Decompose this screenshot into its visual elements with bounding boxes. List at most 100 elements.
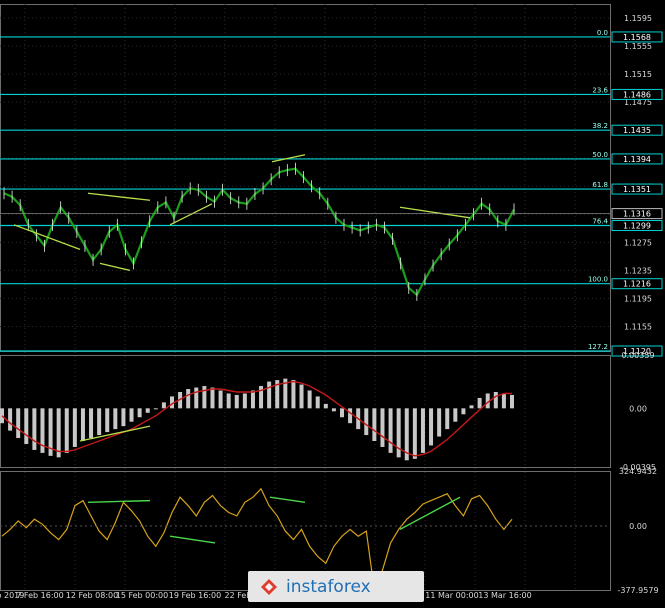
macd-bar <box>113 408 118 430</box>
price-tick-label: 1.1235 <box>624 266 652 275</box>
macd-bar <box>396 408 401 458</box>
macd-bar <box>493 391 498 409</box>
fib-level-label: 76.4 <box>592 218 608 226</box>
macd-bar <box>16 408 21 439</box>
macd-bar <box>501 393 506 409</box>
macd-bar <box>56 408 61 458</box>
macd-bar <box>137 408 142 418</box>
macd-bar <box>226 393 231 409</box>
price-tick-label: 1.1155 <box>624 322 652 331</box>
trend-line <box>13 224 81 250</box>
macd-bar <box>8 408 13 431</box>
cci-tick-label: 324.9432 <box>619 467 657 476</box>
macd-bar <box>24 408 29 444</box>
macd-bar <box>145 408 150 413</box>
x-axis-label: 19 Feb 16:00 <box>169 591 221 600</box>
macd-bar <box>477 397 482 409</box>
fib-price-label: 1.1394 <box>623 155 651 164</box>
cci-trend-line <box>399 496 461 531</box>
macd-bar <box>307 390 312 409</box>
macd-bar <box>323 403 328 409</box>
macd-bar <box>291 380 296 409</box>
x-axis-label: 12 Feb 08:00 <box>66 591 118 600</box>
fib-level-label: 38.2 <box>592 122 608 130</box>
macd-bar <box>186 389 191 409</box>
price-tick-label: 1.1515 <box>624 70 652 79</box>
fib-level-label: 0.0 <box>597 29 608 37</box>
price-tick-label: 1.1595 <box>624 14 652 23</box>
trading-chart[interactable]: 1.15951.15551.15151.14751.14351.13951.13… <box>0 0 665 604</box>
macd-bar <box>372 408 377 442</box>
macd-signal-line <box>1 380 512 457</box>
price-tick-label: 1.1275 <box>624 238 652 247</box>
fib-price-label: 1.1568 <box>623 33 651 42</box>
macd-bar <box>242 393 247 409</box>
cci-tick-label: -377.9579 <box>617 586 658 595</box>
x-axis-label: 11 Mar 00:00 <box>425 591 478 600</box>
cci-tick-label: 0.00 <box>629 522 647 531</box>
macd-bar <box>469 405 474 409</box>
trend-line <box>87 192 151 201</box>
macd-bar <box>234 394 239 409</box>
macd-bar <box>210 387 215 409</box>
macd-bar <box>437 408 442 437</box>
macd-bar <box>80 408 85 442</box>
macd-tick-label: 0.00 <box>629 404 647 413</box>
macd-bar <box>153 408 158 410</box>
instaforex-logo-icon <box>261 578 277 595</box>
x-axis-label: 7 Feb 16:00 <box>16 591 63 600</box>
macd-bar <box>420 408 425 453</box>
cci-trend-line <box>87 499 151 504</box>
fib-price-label: 1.1486 <box>623 90 651 99</box>
macd-bar <box>0 408 4 424</box>
macd-bar <box>364 408 369 436</box>
trend-line <box>399 206 471 219</box>
watermark-logo: instaforex <box>248 571 424 602</box>
macd-tick-label: 0.00359 <box>621 351 654 360</box>
macd-bar <box>64 408 69 453</box>
macd-bar <box>194 387 199 409</box>
macd-bar <box>380 408 385 447</box>
macd-bar <box>72 408 77 447</box>
fib-level-label: 127.2 <box>588 343 608 351</box>
macd-bar <box>32 408 37 450</box>
fib-price-label: 1.1435 <box>623 126 651 135</box>
macd-bar <box>331 408 336 412</box>
fib-price-label: 1.1216 <box>623 280 651 289</box>
price-tick-label: 1.1555 <box>624 42 652 51</box>
macd-bar <box>315 396 320 409</box>
macd-bar <box>445 408 450 430</box>
macd-bar <box>202 386 207 409</box>
macd-bar <box>97 408 102 436</box>
macd-bar <box>340 408 344 418</box>
macd-bar <box>348 408 353 424</box>
macd-bar <box>105 408 110 433</box>
macd-bar <box>121 408 126 427</box>
chart-svg[interactable]: 1.15951.15551.15151.14751.14351.13951.13… <box>0 0 665 604</box>
macd-bar <box>267 381 272 409</box>
macd-bar <box>89 408 94 439</box>
macd-bar <box>510 394 514 409</box>
macd-bar <box>129 408 134 422</box>
fib-level-label: 23.6 <box>592 86 608 94</box>
x-axis-label: 15 Feb 00:00 <box>116 591 168 600</box>
price-tick-label: 1.1195 <box>624 294 652 303</box>
cci-trend-line <box>269 496 306 504</box>
fib-price-label: 1.1299 <box>623 222 651 231</box>
macd-bar <box>218 390 223 409</box>
fib-price-label: 1.1351 <box>623 185 651 194</box>
watermark-text: instaforex <box>286 576 371 597</box>
macd-bar <box>412 408 417 459</box>
macd-bar <box>161 402 166 409</box>
fib-level-label: 50.0 <box>592 151 608 159</box>
current-price-label: 1.1316 <box>623 210 651 219</box>
macd-bar <box>250 390 255 409</box>
price-line <box>3 167 515 297</box>
x-axis-label: 13 Mar 16:00 <box>478 591 531 600</box>
macd-bar <box>388 408 393 453</box>
fib-level-label: 100.0 <box>588 276 608 284</box>
macd-bar <box>429 408 434 446</box>
cci-trend-line <box>169 535 216 544</box>
fib-level-label: 61.8 <box>592 181 608 189</box>
macd-bar <box>461 408 466 415</box>
